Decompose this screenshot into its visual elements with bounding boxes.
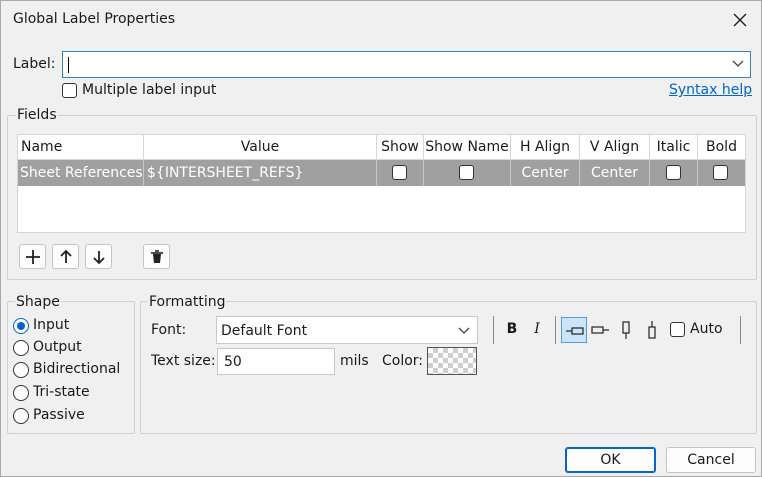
close-button[interactable] — [725, 5, 755, 35]
orientation-left-button[interactable] — [587, 317, 613, 343]
column-header-bold[interactable]: Bold — [698, 135, 745, 160]
toolbar-separator — [555, 316, 556, 344]
table-row[interactable]: Sheet References ${INTERSHEET_REFS} Cent… — [18, 160, 745, 186]
bold-button[interactable]: B — [499, 317, 525, 343]
radio-label-input: Input — [33, 317, 70, 333]
trash-icon — [151, 250, 163, 263]
text-caret — [68, 57, 69, 73]
radio-label-bidirectional: Bidirectional — [33, 361, 121, 377]
arrow-down-icon — [93, 251, 105, 264]
orientation-right-button[interactable] — [561, 317, 587, 343]
column-header-h-align[interactable]: H Align — [511, 135, 580, 160]
radio-tri-state[interactable] — [13, 385, 29, 401]
radio-label-passive: Passive — [33, 407, 85, 423]
cell-show-name — [424, 160, 511, 186]
column-header-show-name[interactable]: Show Name — [424, 135, 511, 160]
cancel-button[interactable]: Cancel — [666, 447, 756, 473]
ok-button[interactable]: OK — [565, 447, 656, 473]
title-bar: Global Label Properties — [1, 1, 761, 39]
color-label: Color: — [382, 353, 424, 369]
chevron-down-icon[interactable] — [732, 60, 744, 68]
orientation-down-button[interactable] — [639, 317, 665, 343]
radio-bidirectional[interactable] — [13, 362, 29, 378]
move-down-button[interactable] — [85, 244, 112, 269]
fields-grid: Name Value Show Show Name H Align V Alig… — [17, 134, 746, 233]
syntax-help-link[interactable]: Syntax help — [669, 82, 752, 98]
show-name-checkbox[interactable] — [459, 165, 474, 180]
close-icon — [733, 13, 747, 27]
delete-field-button[interactable] — [143, 244, 170, 269]
column-header-v-align[interactable]: V Align — [580, 135, 650, 160]
label-combobox[interactable] — [62, 51, 751, 78]
multiple-label-checkbox[interactable] — [62, 83, 77, 98]
label-caption: Label: — [13, 56, 56, 72]
radio-label-tri-state: Tri-state — [33, 384, 90, 400]
plus-icon — [26, 250, 40, 264]
column-header-italic[interactable]: Italic — [650, 135, 698, 160]
fields-group-title: Fields — [16, 107, 58, 123]
cell-v-align[interactable]: Center — [580, 160, 650, 186]
radio-output[interactable] — [13, 340, 29, 356]
show-checkbox[interactable] — [392, 165, 407, 180]
cell-show — [377, 160, 424, 186]
font-label: Font: — [151, 322, 187, 338]
radio-label-output: Output — [33, 339, 82, 355]
cell-value[interactable]: ${INTERSHEET_REFS} — [144, 160, 377, 186]
bold-checkbox[interactable] — [713, 165, 728, 180]
font-select-value: Default Font — [221, 323, 308, 339]
arrow-up-icon — [60, 250, 72, 263]
orientation-up-button[interactable] — [613, 317, 639, 343]
toolbar-separator — [740, 316, 741, 344]
shape-group-title: Shape — [15, 294, 61, 310]
label-left-icon — [591, 326, 609, 334]
radio-passive[interactable] — [13, 408, 29, 424]
chevron-down-icon — [458, 327, 470, 334]
global-label-properties-dialog: Global Label Properties Label: Multiple … — [0, 0, 762, 477]
add-field-button[interactable] — [19, 244, 46, 269]
auto-label: Auto — [690, 321, 723, 337]
move-up-button[interactable] — [52, 244, 79, 269]
cell-h-align[interactable]: Center — [511, 160, 580, 186]
cell-name[interactable]: Sheet References — [18, 160, 144, 186]
cell-italic — [650, 160, 698, 186]
auto-checkbox[interactable] — [670, 322, 685, 337]
cell-bold — [698, 160, 745, 186]
font-select[interactable]: Default Font — [216, 316, 478, 344]
column-header-value[interactable]: Value — [144, 135, 377, 160]
column-header-show[interactable]: Show — [377, 135, 424, 160]
text-size-value: 50 — [224, 354, 242, 370]
radio-input[interactable] — [13, 318, 29, 334]
italic-button[interactable]: I — [524, 317, 550, 343]
toolbar-separator — [493, 316, 494, 344]
color-swatch[interactable] — [427, 347, 477, 375]
formatting-group-title: Formatting — [148, 294, 227, 310]
window-title: Global Label Properties — [13, 11, 176, 27]
text-size-input[interactable]: 50 — [217, 348, 335, 375]
units-label: mils — [340, 353, 369, 369]
multiple-label-text: Multiple label input — [82, 82, 217, 98]
text-size-label: Text size: — [151, 353, 216, 369]
label-right-icon — [566, 327, 584, 335]
italic-checkbox[interactable] — [666, 165, 681, 180]
label-up-icon — [622, 321, 630, 339]
column-header-name[interactable]: Name — [18, 135, 144, 160]
label-down-icon — [648, 321, 656, 339]
grid-header: Name Value Show Show Name H Align V Alig… — [18, 135, 745, 160]
